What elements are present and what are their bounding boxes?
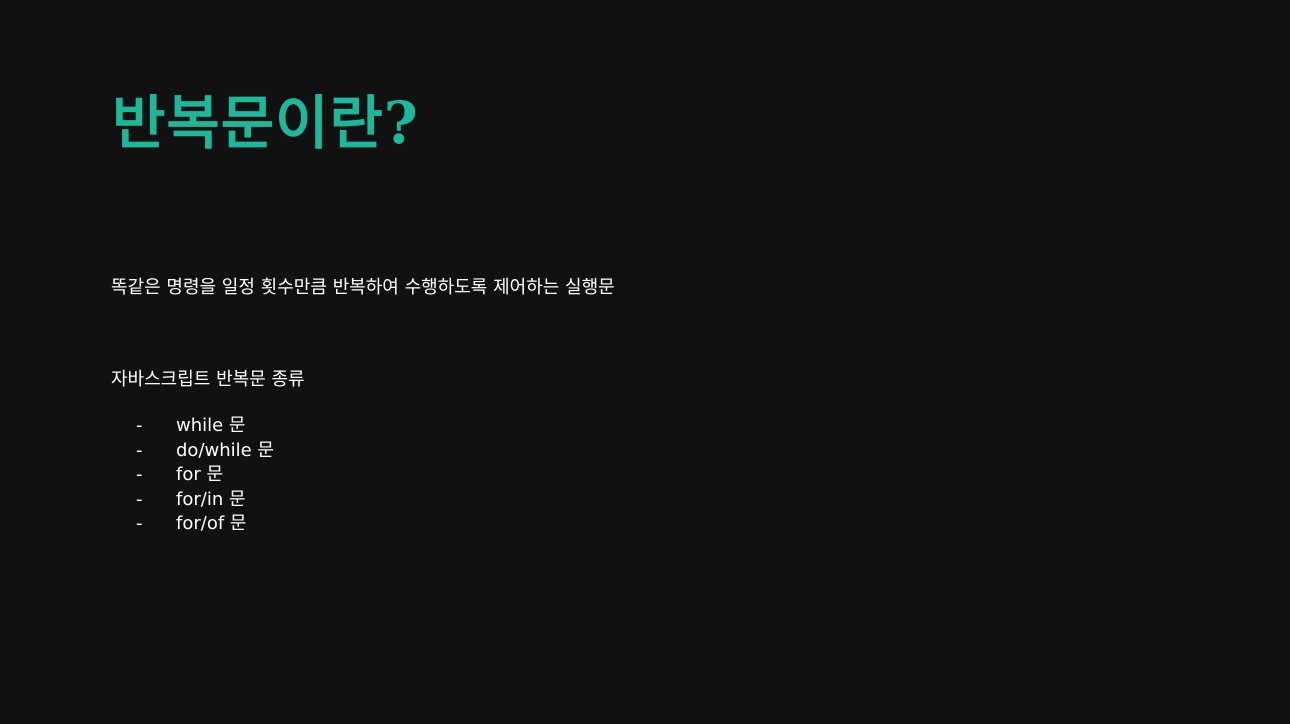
list-item-label: for 문 — [176, 464, 224, 485]
dash-bullet: - — [136, 415, 143, 436]
loop-types-heading: 자바스크립트 반복문 종류 — [111, 369, 305, 390]
list-item-label: for/in 문 — [176, 488, 246, 510]
dash-bullet: - — [136, 439, 143, 461]
list-item-label: for/of 문 — [176, 513, 247, 534]
dash-bullet: - — [136, 488, 143, 510]
definition-text: 똑같은 명령을 일정 횟수만큼 반복하여 수행하도록 제어하는 실행문 — [111, 277, 615, 298]
slide-title: 반복문이란? — [112, 89, 419, 157]
dash-bullet: - — [136, 464, 143, 485]
list-item-label: do/while 문 — [176, 439, 274, 461]
list-item-label: while 문 — [176, 415, 246, 436]
slide: 반복문이란? 똑같은 명령을 일정 횟수만큼 반복하여 수행하도록 제어하는 실… — [0, 0, 1290, 724]
dash-bullet: - — [136, 513, 143, 534]
